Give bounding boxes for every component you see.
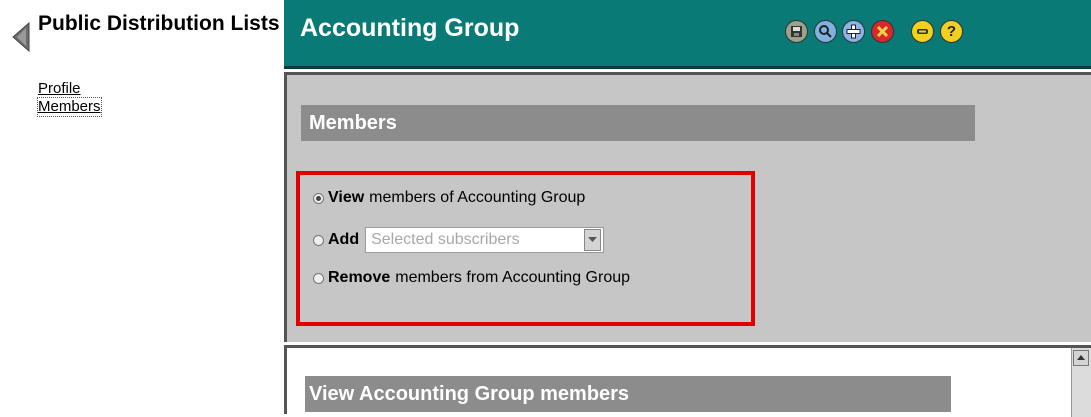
view-members-panel: View Accounting Group members xyxy=(284,345,1091,417)
remove-radio[interactable] xyxy=(313,272,324,284)
page-header: Accounting Group ? xyxy=(284,0,1091,69)
back-arrow-icon[interactable] xyxy=(10,21,32,58)
nav-title: Public Distribution Lists xyxy=(38,12,280,35)
view-radio[interactable] xyxy=(313,192,324,204)
add-radio[interactable] xyxy=(313,234,324,246)
nav-links: Profile Members xyxy=(37,80,102,117)
option-add[interactable]: Add Selected subscribers xyxy=(313,227,605,253)
nav-link-members[interactable]: Members xyxy=(37,97,102,117)
add-icon[interactable] xyxy=(842,20,865,43)
members-panel: Members View members of Accounting Group… xyxy=(284,72,1091,342)
search-icon[interactable] xyxy=(814,20,837,43)
remove-option-label: Remove xyxy=(328,269,391,286)
view-members-section-title: View Accounting Group members xyxy=(305,376,951,412)
subscriber-icon[interactable] xyxy=(911,20,934,43)
left-nav: Public Distribution Lists Profile Member… xyxy=(0,0,283,414)
delete-icon[interactable] xyxy=(871,20,894,43)
scroll-up-arrow-icon[interactable] xyxy=(1073,350,1089,366)
save-icon[interactable] xyxy=(785,20,808,43)
vertical-scrollbar[interactable] xyxy=(1071,348,1091,417)
help-icon[interactable]: ? xyxy=(940,20,963,43)
member-options-box: View members of Accounting Group Add Sel… xyxy=(296,171,755,326)
add-select-value: Selected subscribers xyxy=(371,231,520,248)
chevron-down-icon[interactable] xyxy=(584,229,602,251)
remove-option-text: members from Accounting Group xyxy=(395,269,631,286)
add-option-label: Add xyxy=(328,231,360,248)
view-option-label: View xyxy=(328,189,365,206)
add-select[interactable]: Selected subscribers xyxy=(365,227,605,253)
members-section-title: Members xyxy=(301,105,975,141)
option-remove[interactable]: Remove members from Accounting Group xyxy=(313,269,630,287)
view-option-text: members of Accounting Group xyxy=(369,189,586,206)
option-view[interactable]: View members of Accounting Group xyxy=(313,189,585,207)
nav-link-profile[interactable]: Profile xyxy=(38,80,101,98)
page-title: Accounting Group xyxy=(300,14,520,42)
